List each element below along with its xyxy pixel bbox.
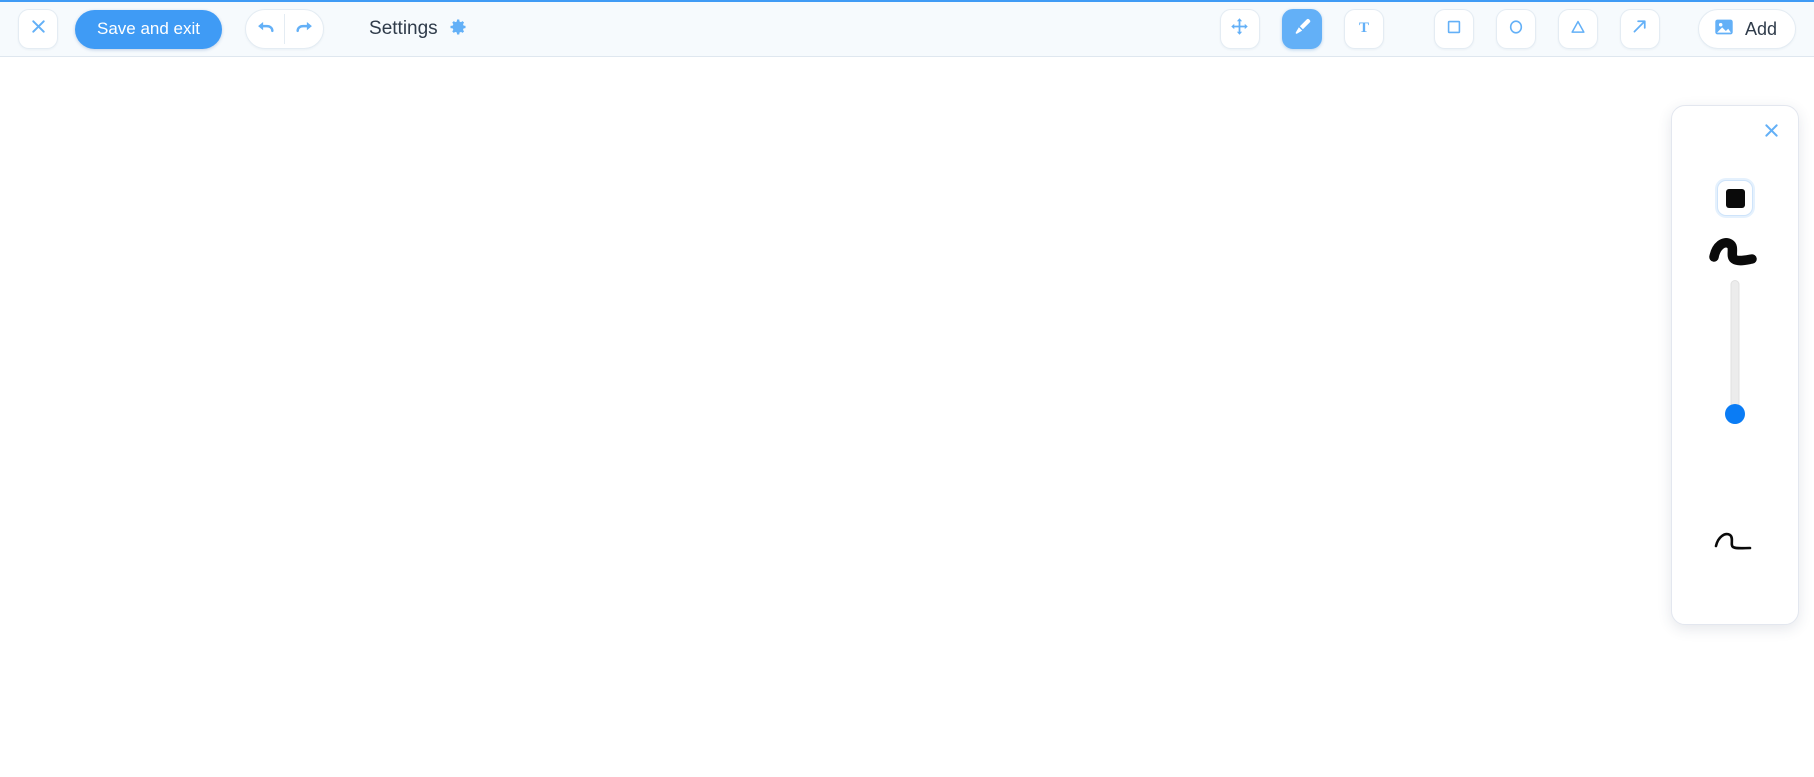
drawing-canvas[interactable] — [0, 57, 1814, 777]
brush-settings-panel — [1671, 105, 1799, 625]
tool-arrow[interactable] — [1619, 9, 1660, 49]
tool-move[interactable] — [1219, 9, 1260, 49]
gear-icon[interactable] — [448, 17, 468, 42]
settings-control[interactable]: Settings — [369, 17, 468, 42]
diagonal-arrow-icon — [1629, 16, 1650, 42]
color-swatch — [1725, 188, 1745, 208]
close-icon — [29, 17, 48, 41]
close-icon — [1762, 121, 1781, 145]
image-icon — [1713, 16, 1735, 43]
add-button-label: Add — [1744, 18, 1777, 39]
circle-icon — [1506, 17, 1526, 42]
redo-button[interactable] — [285, 10, 323, 48]
slider-thumb[interactable] — [1725, 403, 1745, 424]
tool-text[interactable]: T — [1343, 9, 1384, 49]
text-t-icon: T — [1354, 17, 1374, 42]
brush-panel-close-button[interactable] — [1758, 120, 1784, 146]
brush-size-slider[interactable] — [1720, 274, 1750, 514]
save-and-exit-button[interactable]: Save and exit — [75, 9, 223, 49]
close-editor-button[interactable] — [18, 9, 58, 49]
triangle-icon — [1568, 17, 1588, 42]
thin-stroke-preview — [1700, 521, 1770, 561]
undo-arrow-icon — [255, 17, 276, 41]
brush-color-picker[interactable] — [1717, 180, 1753, 216]
save-and-exit-label: Save and exit — [97, 19, 201, 38]
redo-arrow-icon — [294, 17, 315, 41]
tool-triangle[interactable] — [1557, 9, 1598, 49]
drawing-tools-group: T Add — [1219, 9, 1796, 49]
move-arrows-icon — [1229, 16, 1250, 42]
slider-track[interactable] — [1730, 280, 1740, 424]
thick-stroke-preview — [1700, 226, 1770, 276]
image-editor-app: Save and exit Settings T Add — [0, 0, 1814, 777]
tool-rectangle[interactable] — [1433, 9, 1474, 49]
add-image-button[interactable]: Add — [1697, 9, 1796, 49]
history-button-group — [245, 9, 325, 49]
settings-label: Settings — [369, 18, 438, 39]
paintbrush-icon — [1291, 16, 1313, 43]
svg-text:T: T — [1359, 20, 1369, 36]
tool-brush[interactable] — [1281, 9, 1322, 49]
top-toolbar: Save and exit Settings T Add — [0, 0, 1814, 57]
tool-ellipse[interactable] — [1495, 9, 1536, 49]
square-icon — [1444, 17, 1464, 42]
undo-button[interactable] — [246, 10, 284, 48]
